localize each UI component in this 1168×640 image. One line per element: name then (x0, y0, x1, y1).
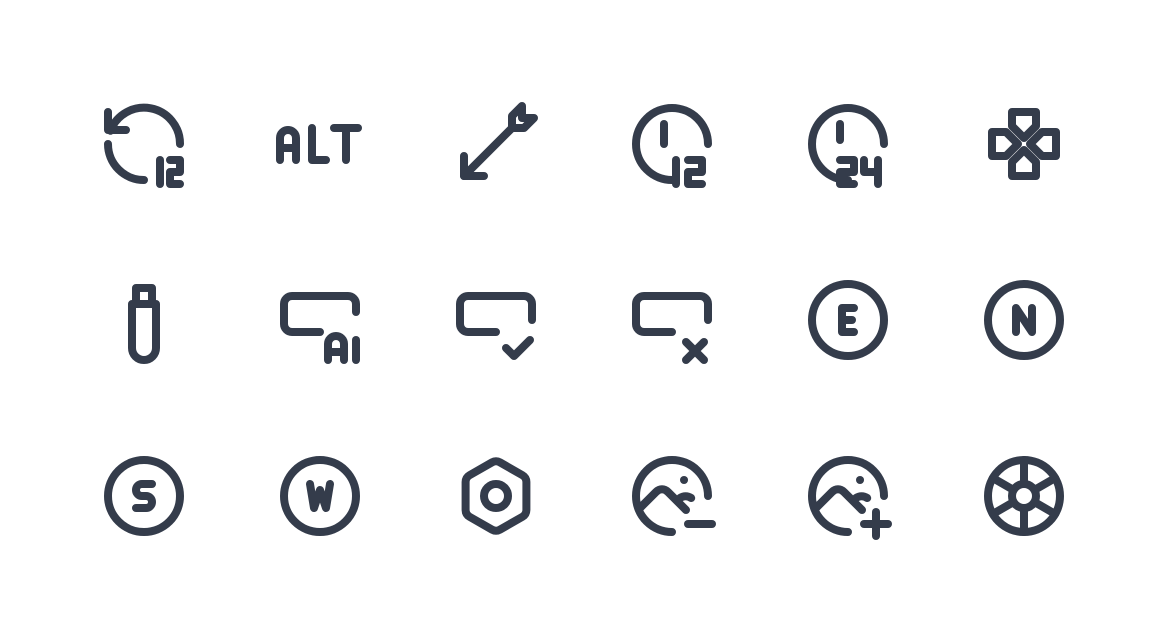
icon-cell (936, 408, 1112, 584)
alt-icon (276, 124, 362, 164)
icon-cell (56, 232, 232, 408)
icon-cell (56, 56, 232, 232)
gamepad-directions-icon (988, 108, 1060, 180)
rectangle-check-icon (456, 292, 536, 360)
icon-cell (936, 56, 1112, 232)
rectangle-ai-icon (280, 292, 360, 364)
icon-grid (56, 56, 1112, 584)
icon-cell (760, 408, 936, 584)
hexagon-nut-icon (461, 457, 531, 535)
clockwise-12-icon (104, 103, 185, 188)
clock-12-icon (632, 104, 712, 188)
icon-cell (408, 56, 584, 232)
compass-w-icon (280, 456, 360, 536)
icon-cell (232, 232, 408, 408)
icon-cell (232, 56, 408, 232)
clock-24-icon (808, 104, 888, 188)
icon-cell (408, 408, 584, 584)
icon-cell (584, 232, 760, 408)
icon-cell (56, 408, 232, 584)
icon-cell (408, 232, 584, 408)
photo-circle-plus-icon (808, 456, 892, 540)
icon-cell (232, 408, 408, 584)
icon-cell (584, 56, 760, 232)
rectangle-x-icon (632, 292, 712, 364)
compass-s-icon (104, 456, 184, 536)
usb-drive-icon (128, 284, 160, 364)
icon-cell (584, 408, 760, 584)
photo-circle-minus-icon (632, 456, 716, 536)
compass-n-icon (984, 280, 1064, 360)
icon-cell (760, 232, 936, 408)
icon-cell (936, 232, 1112, 408)
icon-cell (760, 56, 936, 232)
arrow-archery-icon (460, 102, 538, 180)
wheel-icon (984, 456, 1064, 536)
compass-e-icon (808, 280, 888, 360)
